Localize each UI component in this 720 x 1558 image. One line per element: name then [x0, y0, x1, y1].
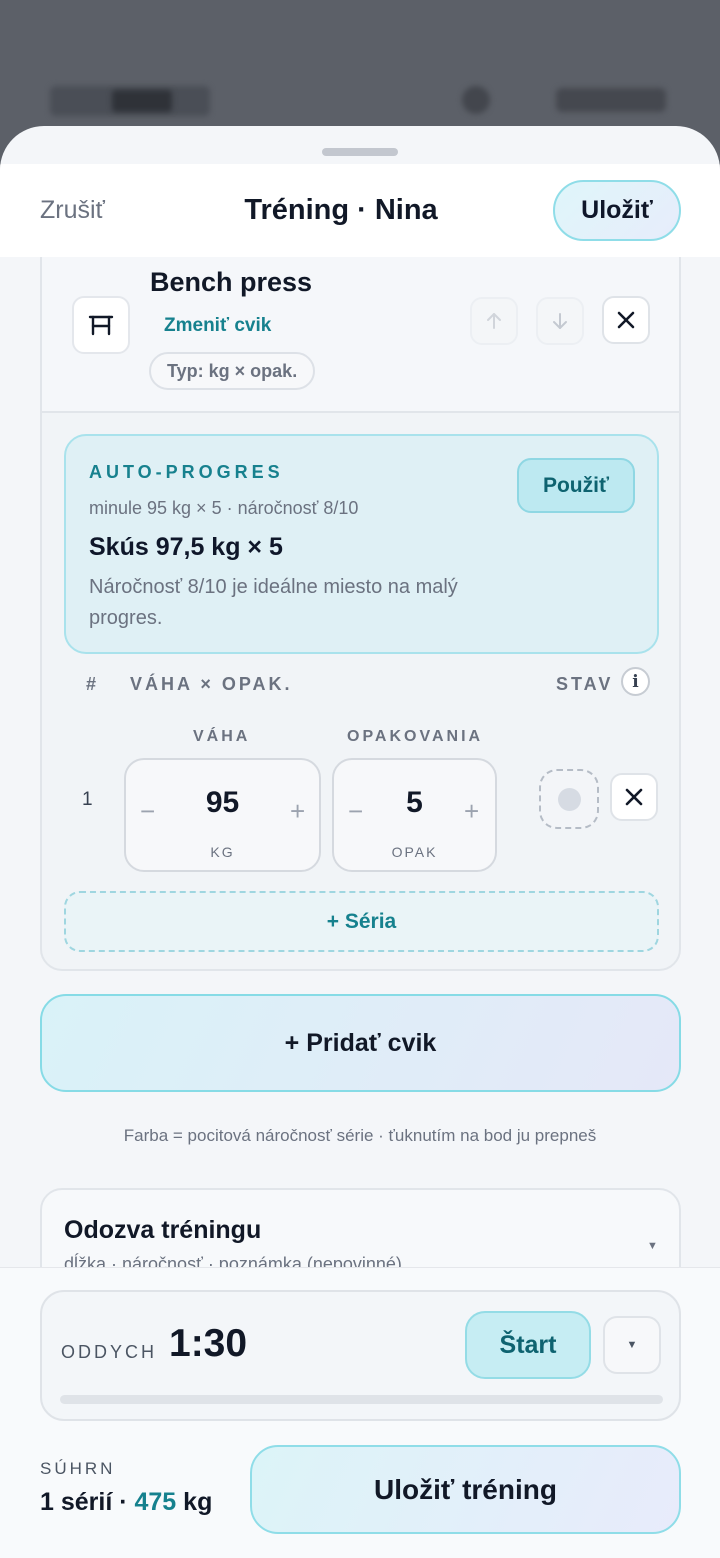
- close-icon: [625, 788, 643, 806]
- bench-icon: [72, 296, 130, 354]
- sheet-content: Bench press Zmeniť cvik Typ: kg × opak.: [0, 257, 720, 1267]
- start-timer-button[interactable]: Štart: [465, 1311, 591, 1379]
- weight-header: VÁHA: [193, 728, 251, 745]
- move-up-button[interactable]: [470, 297, 518, 345]
- apply-suggestion-button[interactable]: Použiť: [517, 458, 635, 513]
- info-icon[interactable]: i: [621, 667, 650, 696]
- change-exercise-link[interactable]: Zmeniť cvik: [164, 315, 271, 337]
- weight-unit: KG: [210, 844, 235, 860]
- summary-label: SÚHRN: [40, 1459, 116, 1478]
- weight-increment-button[interactable]: +: [290, 796, 305, 827]
- color-legend: Farba = pocitová náročnosť série · ťuknu…: [123, 1126, 597, 1145]
- auto-progress-panel: AUTO-PROGRES minule 95 kg × 5 · náročnos…: [64, 434, 659, 654]
- summary-weight-unit: kg: [176, 1488, 213, 1516]
- column-weight-reps-header: VÁHA × OPAK.: [130, 674, 293, 694]
- workout-feedback-section[interactable]: Odozva tréningu dĺžka · náročnosť · pozn…: [40, 1188, 681, 1267]
- column-number-header: #: [86, 674, 100, 694]
- exercise-header: Bench press Zmeniť cvik Typ: kg × opak.: [42, 257, 679, 413]
- arrow-up-icon: [487, 313, 501, 329]
- status-dot-icon: [557, 787, 581, 811]
- summary-value: 1 sérií · 475 kg: [40, 1488, 212, 1517]
- feedback-title: Odozva tréningu: [64, 1216, 262, 1244]
- reps-header: OPAKOVANIA: [347, 728, 484, 745]
- reps-unit: OPAK: [391, 844, 438, 860]
- reps-increment-button[interactable]: +: [464, 796, 479, 827]
- add-set-button[interactable]: + Séria: [64, 891, 659, 952]
- move-down-button[interactable]: [536, 297, 584, 345]
- chevron-down-icon: ▼: [626, 1339, 638, 1351]
- summary-weight: 475: [134, 1488, 177, 1516]
- bottom-bar: ODDYCH 1:30 Štart ▼ SÚHRN 1 sérií · 475 …: [0, 1267, 720, 1558]
- auto-progress-suggestion: Skús 97,5 kg × 5: [89, 533, 283, 561]
- close-icon: [617, 311, 635, 329]
- auto-progress-note: Náročnosť 8/10 je ideálne miesto na malý…: [89, 576, 458, 629]
- exercise-card: Bench press Zmeniť cvik Typ: kg × opak.: [40, 257, 681, 971]
- auto-progress-last: minule 95 kg × 5 · náročnosť 8/10: [89, 498, 359, 518]
- save-button[interactable]: Uložiť: [553, 180, 681, 241]
- exercise-name: Bench press: [150, 267, 313, 297]
- weight-stepper[interactable]: − 95 + KG: [124, 758, 321, 872]
- remove-set-button[interactable]: [610, 773, 658, 821]
- reps-stepper[interactable]: − 5 + OPAK: [332, 758, 497, 872]
- timer-options-button[interactable]: ▼: [603, 1316, 661, 1374]
- add-exercise-button[interactable]: + Pridať cvik: [40, 994, 681, 1092]
- rest-timer: ODDYCH 1:30 Štart ▼: [40, 1290, 681, 1421]
- save-workout-button[interactable]: Uložiť tréning: [250, 1445, 681, 1534]
- arrow-down-icon: [553, 313, 567, 329]
- chevron-down-icon: ▼: [647, 1240, 658, 1252]
- auto-progress-label: AUTO-PROGRES: [89, 462, 284, 482]
- remove-exercise-button[interactable]: [602, 296, 650, 344]
- set-number: 1: [82, 789, 93, 810]
- column-status-header: STAV: [556, 674, 614, 694]
- sheet-header: Zrušiť Tréning · Nina Uložiť: [0, 164, 720, 257]
- set-status-toggle[interactable]: [539, 769, 599, 829]
- background-button: [556, 88, 666, 112]
- background-search-icon: [462, 86, 490, 114]
- feedback-subtitle: dĺžka · náročnosť · poznámka (nepovinné): [64, 1254, 402, 1267]
- workout-sheet: Zrušiť Tréning · Nina Uložiť Bench press…: [0, 126, 720, 1558]
- sheet-grabber[interactable]: [322, 148, 398, 156]
- summary-sets: 1 sérií ·: [40, 1488, 135, 1516]
- rest-timer-label: ODDYCH: [61, 1342, 158, 1362]
- exercise-type-chip[interactable]: Typ: kg × opak.: [149, 352, 316, 390]
- background-title: [112, 90, 172, 112]
- rest-timer-progress: [60, 1395, 663, 1404]
- rest-timer-value[interactable]: 1:30: [169, 1322, 247, 1366]
